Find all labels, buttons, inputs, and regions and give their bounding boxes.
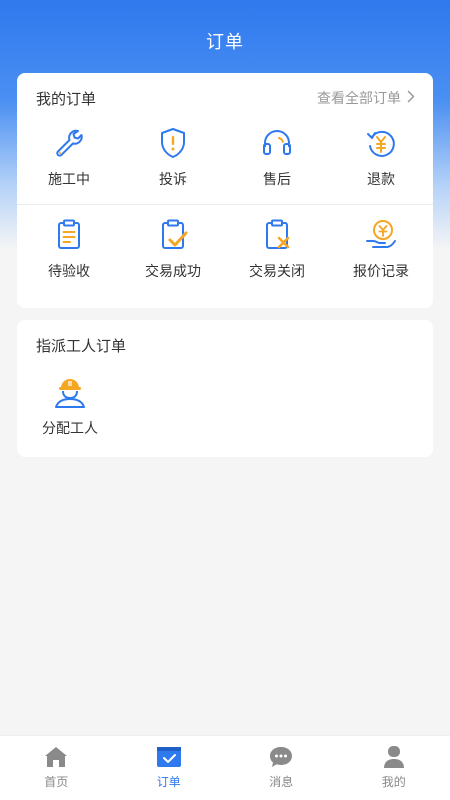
assign-worker-title: 指派工人订单: [36, 336, 127, 355]
order-status-in-construction[interactable]: 施工中: [17, 125, 121, 189]
tab-label: 我的: [381, 775, 406, 789]
tab-label: 消息: [269, 775, 294, 789]
shield-alert-icon: [155, 125, 191, 161]
view-all-orders-label: 查看全部订单: [317, 91, 401, 107]
order-status-complaint[interactable]: 投诉: [121, 125, 225, 189]
my-orders-title: 我的订单: [36, 89, 97, 108]
view-all-orders-link[interactable]: 查看全部订单: [317, 88, 415, 108]
message-icon: [268, 745, 294, 769]
order-status-deal-success[interactable]: 交易成功: [121, 217, 225, 281]
order-status-label: 报价记录: [353, 264, 409, 280]
order-status-label: 施工中: [48, 172, 90, 188]
order-status-label: 退款: [367, 172, 395, 188]
tab-home[interactable]: 首页: [0, 736, 113, 800]
assign-worker-header: 指派工人订单: [36, 335, 415, 355]
my-orders-card: 我的订单 查看全部订单 施工中 投诉 售后 退款 待验收 交易成功 交易关闭 报…: [17, 73, 433, 308]
assign-worker-button[interactable]: 分配工人: [32, 374, 108, 438]
worker-helmet-icon: [52, 374, 88, 410]
order-status-refund[interactable]: 退款: [329, 125, 433, 189]
chevron-right-icon: [407, 90, 415, 107]
clipboard-close-icon: [259, 217, 295, 253]
home-icon: [43, 745, 69, 769]
divider: [17, 204, 433, 205]
tab-profile[interactable]: 我的: [338, 736, 450, 800]
clipboard-icon: [51, 217, 87, 253]
quote-hand-icon: [363, 217, 399, 253]
my-orders-header: 我的订单 查看全部订单: [36, 88, 415, 108]
bottom-tab-bar: 首页 订单 消息 我的: [0, 735, 450, 800]
order-status-after-sales[interactable]: 售后: [225, 125, 329, 189]
order-status-quote-records[interactable]: 报价记录: [329, 217, 433, 281]
order-status-label: 交易关闭: [249, 264, 305, 280]
tab-messages[interactable]: 消息: [225, 736, 338, 800]
clipboard-check-icon: [155, 217, 191, 253]
order-status-label: 交易成功: [145, 264, 201, 280]
order-status-label: 售后: [263, 172, 291, 188]
wrench-icon: [51, 125, 87, 161]
tab-label: 订单: [156, 775, 181, 789]
orders-icon: [156, 745, 182, 769]
order-status-label: 投诉: [159, 172, 187, 188]
refund-icon: [363, 125, 399, 161]
assign-worker-card: 指派工人订单 分配工人: [17, 320, 433, 457]
tab-orders[interactable]: 订单: [113, 736, 226, 800]
order-status-deal-closed[interactable]: 交易关闭: [225, 217, 329, 281]
headset-icon: [259, 125, 295, 161]
assign-worker-label: 分配工人: [42, 421, 98, 437]
profile-icon: [381, 745, 407, 769]
order-status-label: 待验收: [48, 264, 90, 280]
tab-label: 首页: [44, 775, 69, 789]
order-status-pending-acceptance[interactable]: 待验收: [17, 217, 121, 281]
page-title: 订单: [206, 32, 244, 53]
